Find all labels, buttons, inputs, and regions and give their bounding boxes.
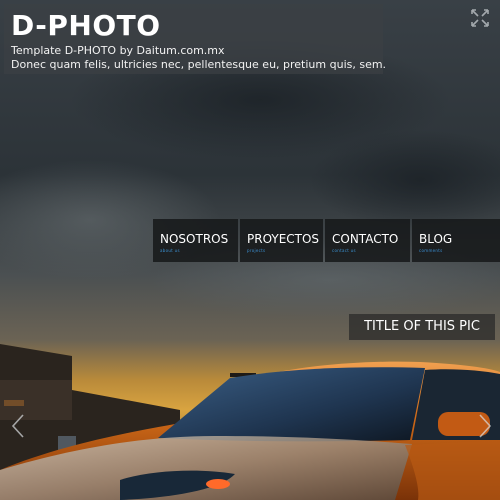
main-nav: NOSOTROS about us PROYECTOS projects CON… [153,219,500,262]
nav-item-label: BLOG [419,232,453,246]
nav-item-label: CONTACTO [332,232,399,246]
chevron-left-icon[interactable] [10,413,26,439]
nav-item-sublabel: comments [419,248,443,253]
nav-item-contacto[interactable]: CONTACTO contact us [325,219,410,262]
nav-item-blog[interactable]: BLOG comments [412,219,500,262]
nav-item-sublabel: projects [247,248,266,253]
nav-item-label: PROYECTOS [247,232,320,246]
slide-title: TITLE OF THIS PIC [349,314,495,340]
tagline-line-2: Donec quam felis, ultricies nec, pellent… [11,58,387,71]
site-header: D-PHOTO Template D-PHOTO by Daitum.com.m… [4,4,386,74]
fullscreen-icon[interactable] [470,8,490,28]
chevron-right-icon[interactable] [477,413,493,439]
tagline-line-1: Template D-PHOTO by Daitum.com.mx [11,44,225,57]
nav-item-label: NOSOTROS [160,232,229,246]
site-tagline: Template D-PHOTO by Daitum.com.mx Donec … [11,44,386,72]
site-title: D-PHOTO [11,9,161,42]
nav-item-sublabel: about us [160,248,180,253]
nav-item-nosotros[interactable]: NOSOTROS about us [153,219,238,262]
nav-item-proyectos[interactable]: PROYECTOS projects [240,219,323,262]
nav-item-sublabel: contact us [332,248,356,253]
